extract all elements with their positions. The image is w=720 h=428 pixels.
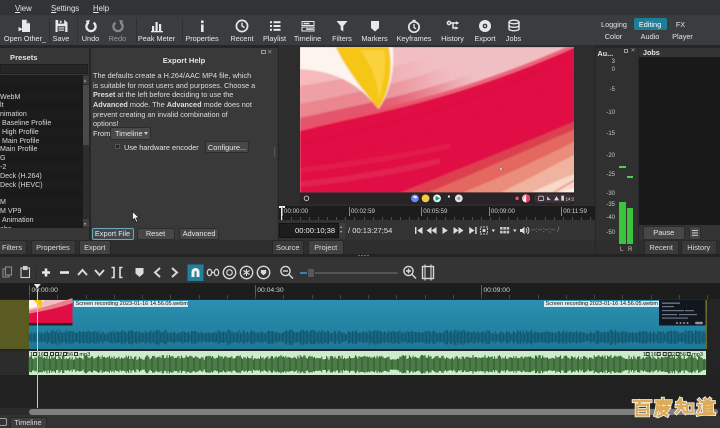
svg-text:14:26: 14:26 bbox=[565, 196, 574, 201]
